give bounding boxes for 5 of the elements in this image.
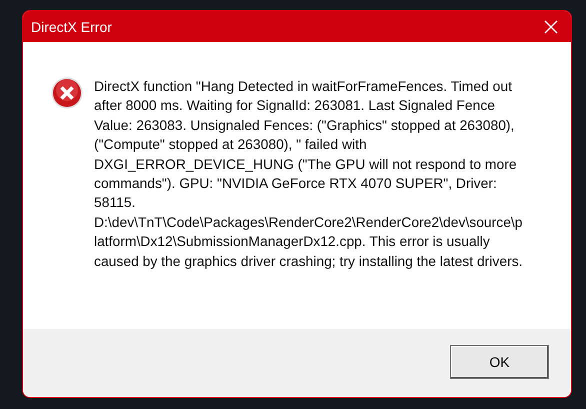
error-message: DirectX function "Hang Detected in waitForFrameFences. Timed out after 8000 ms. Waiting for SignalId: 263081. Last Signaled Fence Value: 263083. Unsignaled Fences: ("Graphics" stopped at 263080), ("Compute" stopped at 263080), " failed with DXGI_ERROR_DEVICE_HUNG ("The GPU will not respond to more commands"). GPU: "NVIDIA GeForce RTX 4070 SUPER", Driver: 58115. D:\dev\TnT\Code\Packages\RenderCore2\RenderCore2\dev\source\platform\Dx12\SubmissionManagerDx12.cpp. This error is usually caused by the graphics driver crashing; try installing the latest drivers.: [94, 77, 524, 271]
window-title: DirectX Error: [31, 18, 112, 34]
ok-button[interactable]: OK: [450, 344, 549, 378]
error-icon: [51, 77, 83, 109]
close-icon: [544, 20, 558, 34]
